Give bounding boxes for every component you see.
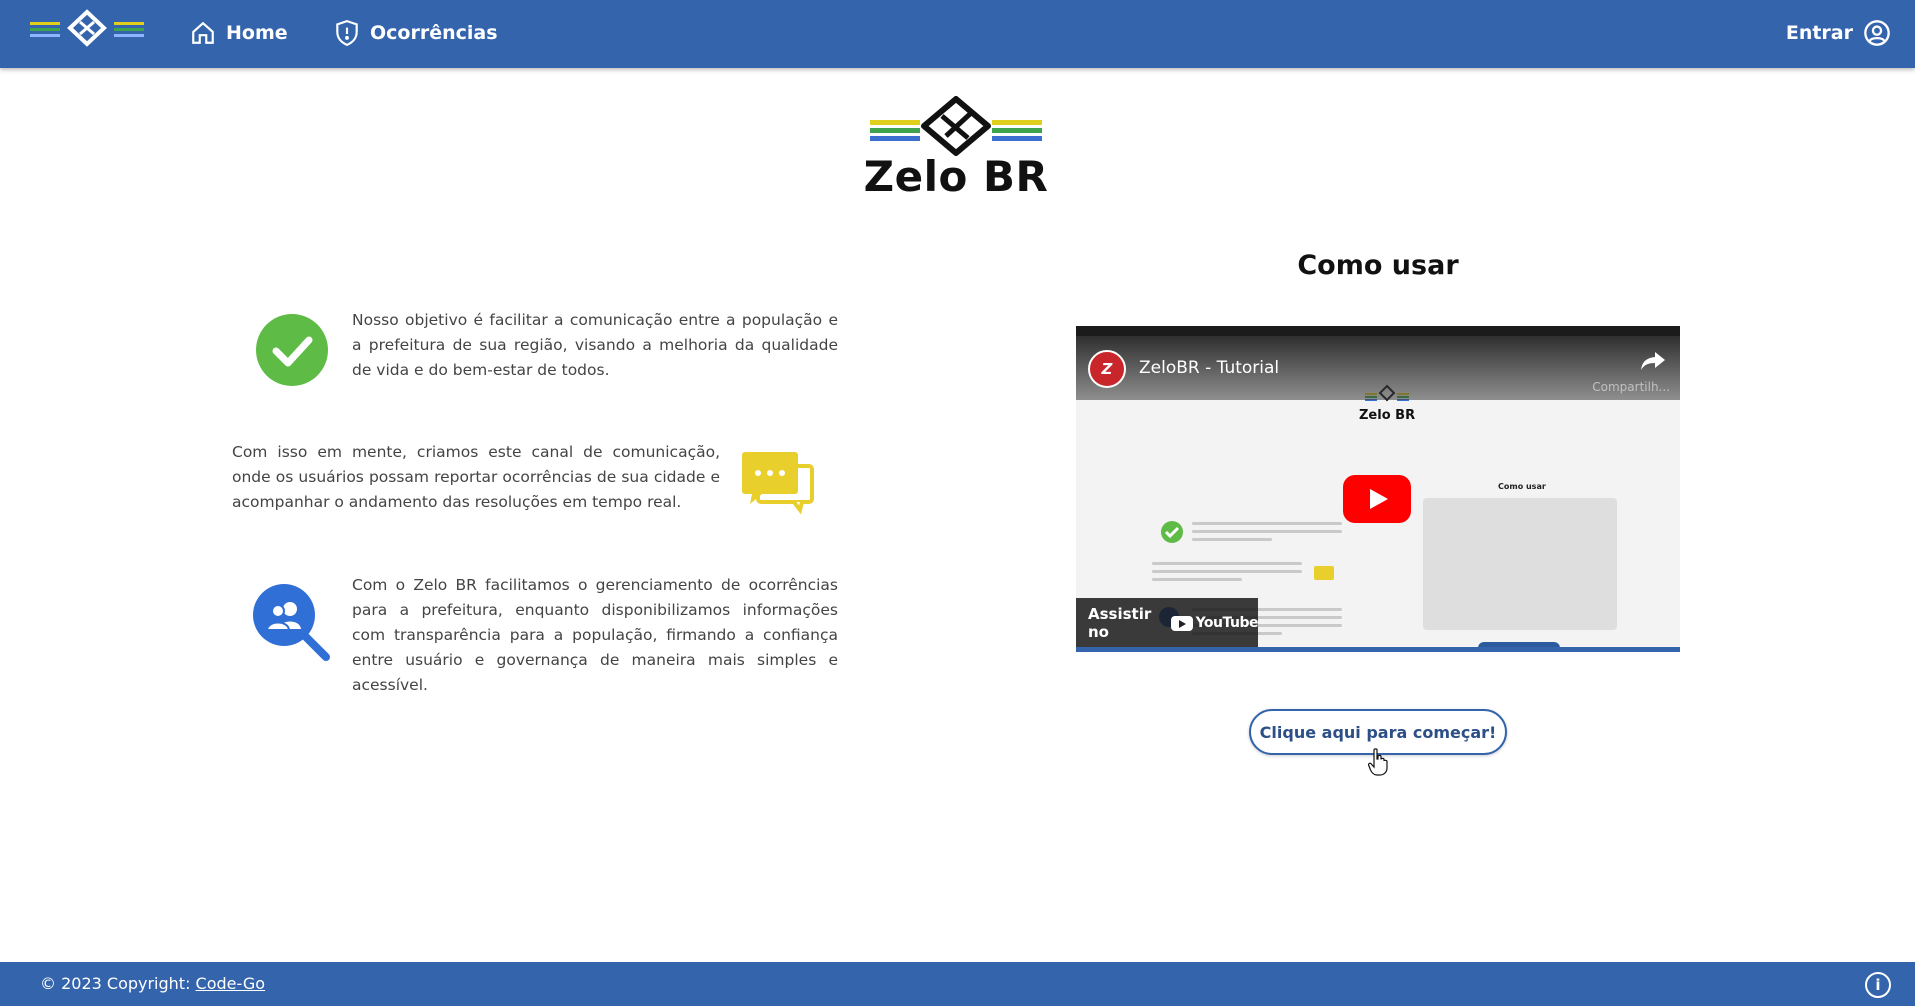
thumbnail-title: Como usar [1498, 482, 1546, 491]
youtube-wordmark: YouTube [1195, 615, 1259, 631]
thumbnail-text-line [1152, 562, 1302, 565]
share-button[interactable] [1566, 350, 1666, 376]
feature-channel-text: Com isso em mente, criamos este canal de… [232, 443, 720, 511]
video-title-bar: Z ZeloBR - Tutorial Compartilh... [1076, 336, 1680, 400]
footer: © 2023 Copyright: Code-Go i [0, 962, 1915, 1006]
chat-bubbles-icon [742, 452, 814, 515]
login-button[interactable]: Entrar [1786, 16, 1891, 50]
feature-management: Com o Zelo BR facilitamos o gerenciament… [252, 573, 838, 698]
zelo-brand-mark-icon [870, 96, 1042, 156]
share-icon [1641, 352, 1665, 370]
brand-title: Zelo BR [863, 152, 1049, 201]
user-search-icon [253, 584, 330, 661]
watch-on-youtube-button[interactable]: Assistir no YouTube [1076, 598, 1259, 648]
youtube-play-glyph-icon [1170, 615, 1193, 631]
check-circle-icon [256, 314, 328, 386]
zelo-logo-icon[interactable] [30, 8, 144, 54]
thumbnail-brand-title: Zelo BR [1359, 408, 1416, 423]
nav-occurrences-label: Ocorrências [370, 22, 498, 44]
copyright-text: © 2023 Copyright: [40, 974, 196, 993]
shield-alert-icon [336, 20, 358, 47]
video-progress-bar[interactable] [1076, 647, 1680, 652]
hand-pointer-cursor-icon [1368, 748, 1388, 776]
home-icon [192, 21, 214, 44]
channel-avatar[interactable]: Z [1088, 350, 1126, 388]
footer-copyright: © 2023 Copyright: Code-Go [40, 974, 265, 993]
youtube-logo-icon: YouTube [1170, 615, 1259, 631]
play-button[interactable] [1343, 475, 1411, 523]
login-label: Entrar [1785, 22, 1853, 44]
thumbnail-check-icon [1161, 521, 1183, 543]
nav-home-link[interactable]: Home [190, 16, 288, 50]
feature-objective: Nosso objetivo é facilitar a comunicação… [254, 308, 838, 388]
howto-title: Como usar [1297, 250, 1459, 281]
thumbnail-chat-icon [1314, 566, 1334, 580]
thumbnail-video-panel [1423, 498, 1617, 630]
thumbnail-text-line [1192, 522, 1342, 525]
code-go-link[interactable]: Code-Go [196, 974, 266, 993]
info-icon[interactable]: i [1865, 972, 1891, 998]
tutorial-video-embed[interactable]: Zelo BR Como usar Z ZeloBR - Tutorial Co… [1076, 326, 1680, 652]
thumbnail-text-line [1152, 578, 1242, 581]
thumbnail-text-line [1152, 570, 1302, 573]
watch-label: Assistir no [1088, 605, 1152, 641]
video-title[interactable]: ZeloBR - Tutorial [1139, 358, 1279, 378]
share-label: Compartilh... [1592, 380, 1670, 394]
top-navbar: Home Ocorrências Entrar [0, 0, 1915, 68]
feature-objective-text: Nosso objetivo é facilitar a comunicação… [352, 311, 838, 379]
thumbnail-text-line [1192, 538, 1272, 541]
feature-management-text: Com o Zelo BR facilitamos o gerenciament… [352, 576, 838, 694]
feature-channel: Com isso em mente, criamos este canal de… [232, 440, 816, 520]
thumbnail-text-line [1192, 530, 1342, 533]
brand-block: Zelo BR [862, 96, 1050, 208]
user-circle-icon [1864, 20, 1890, 46]
nav-home-label: Home [226, 22, 288, 44]
nav-occurrences-link[interactable]: Ocorrências [334, 16, 498, 50]
